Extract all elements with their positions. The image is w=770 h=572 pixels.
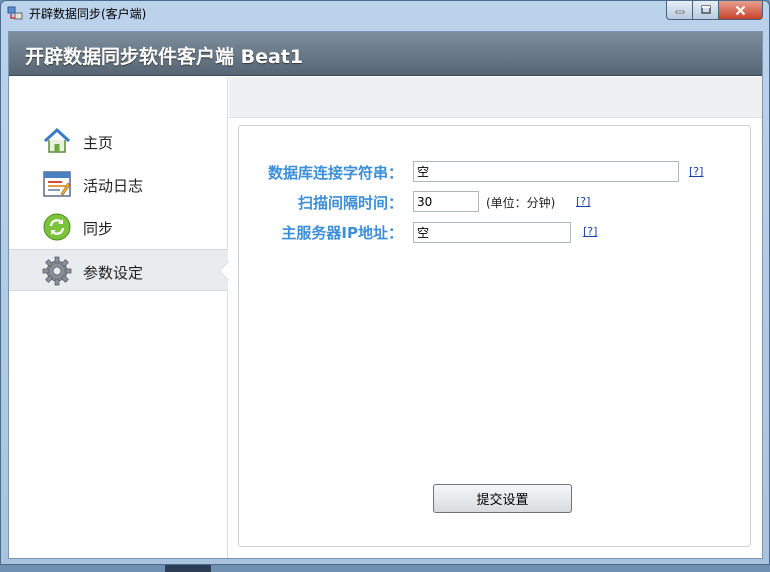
sidebar-item-sync[interactable]: 同步	[9, 206, 228, 248]
sidebar-item-activity-log[interactable]: 活动日志	[9, 163, 228, 205]
scan-interval-input[interactable]	[413, 191, 479, 212]
title-bar[interactable]: 开辟数据同步(客户端)	[1, 1, 769, 25]
calendar-log-icon	[43, 171, 71, 197]
server-ip-label: 主服务器IP地址：	[281, 224, 403, 242]
scan-interval-unit: (单位：分钟)	[486, 196, 556, 210]
close-icon	[735, 5, 746, 15]
sidebar-item-label: 主页	[83, 134, 114, 152]
sidebar-item-label: 同步	[83, 220, 114, 238]
sidebar: 主页 活动日志 同步 参数设定	[9, 77, 229, 558]
settings-panel: 数据库连接字符串： [?] 扫描间隔时间： (单位：分钟) [?] 主服务器IP…	[238, 125, 751, 547]
app-header: 开辟数据同步软件客户端 Beat1	[9, 32, 762, 76]
sidebar-item-home[interactable]: 主页	[9, 120, 228, 162]
home-icon	[43, 127, 71, 153]
sidebar-item-label: 活动日志	[83, 177, 144, 195]
minimize-button[interactable]	[666, 1, 693, 20]
connection-string-label: 数据库连接字符串：	[267, 164, 403, 182]
app-icon	[7, 6, 23, 20]
window-controls	[666, 1, 763, 20]
connection-string-help-link[interactable]: [?]	[689, 165, 703, 178]
maximize-icon	[700, 5, 711, 14]
maximize-button[interactable]	[693, 1, 719, 20]
submit-settings-button[interactable]: 提交设置	[433, 484, 572, 513]
app-window: 开辟数据同步(客户端) 开辟数据同步软件客户端 Beat1 主页 活动日志 同步…	[0, 0, 770, 565]
minimize-icon	[675, 10, 684, 14]
scan-interval-label: 扫描间隔时间：	[297, 194, 403, 212]
taskbar-fragment	[165, 565, 211, 572]
client-area: 开辟数据同步软件客户端 Beat1 主页 活动日志 同步 参数设定 数据库连接字…	[8, 31, 763, 559]
server-ip-input[interactable]	[413, 222, 571, 243]
window-title: 开辟数据同步(客户端)	[29, 7, 147, 21]
sidebar-item-settings[interactable]: 参数设定	[9, 249, 229, 291]
sync-icon	[43, 213, 71, 241]
sidebar-item-label: 参数设定	[83, 264, 144, 282]
gear-icon	[42, 256, 72, 286]
scan-interval-help-link[interactable]: [?]	[576, 195, 590, 208]
content-top-band	[229, 77, 762, 118]
connection-string-input[interactable]	[413, 161, 679, 182]
close-button[interactable]	[719, 1, 763, 20]
server-ip-help-link[interactable]: [?]	[583, 225, 597, 238]
app-title: 开辟数据同步软件客户端 Beat1	[25, 46, 304, 68]
